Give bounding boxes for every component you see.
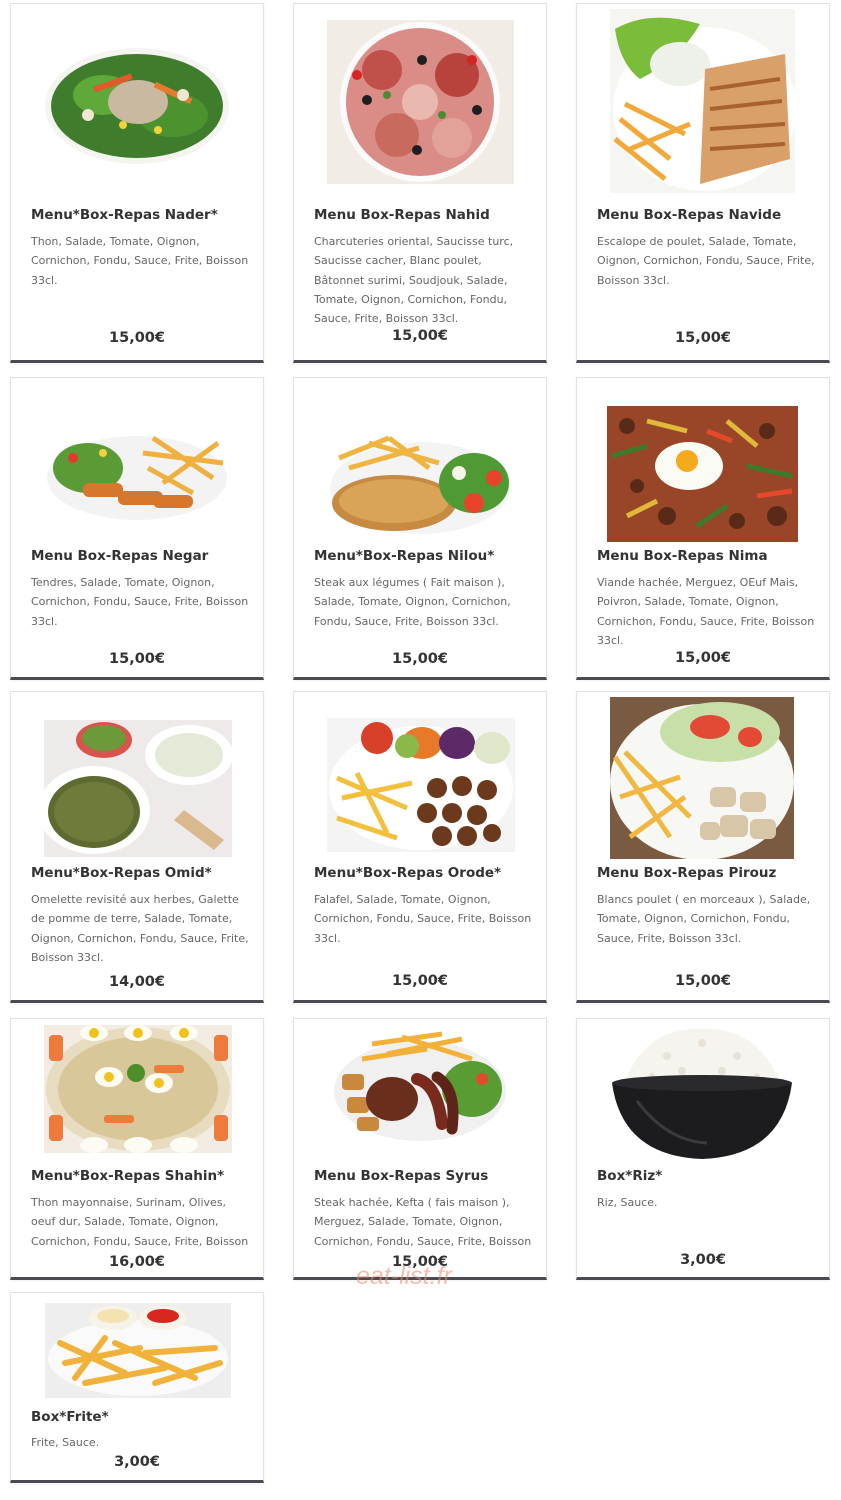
- chicken-pieces-photo: [610, 697, 794, 859]
- menu-card[interactable]: Menu Box-Repas Nima Viande hachée, Mergu…: [576, 377, 830, 680]
- menu-card[interactable]: Box*Riz* Riz, Sauce. 3,00€: [576, 1018, 830, 1280]
- item-title: Menu Box-Repas Navide: [597, 207, 782, 223]
- item-title: Menu Box-Repas Negar: [31, 548, 209, 564]
- menu-card[interactable]: Menu*Box-Repas Omid* Omelette revisité a…: [10, 691, 264, 1003]
- item-title: Menu Box-Repas Pirouz: [597, 865, 777, 881]
- item-price: 16,00€: [11, 1254, 263, 1270]
- item-title: Box*Riz*: [597, 1168, 663, 1184]
- breaded-steak-photo: [329, 428, 511, 536]
- item-title: Menu*Box-Repas Nader*: [31, 207, 218, 223]
- item-description: Charcuteries oriental, Saucisse turc, Sa…: [314, 235, 514, 326]
- menu-card[interactable]: Menu*Box-Repas Orode* Falafel, Salade, T…: [293, 691, 547, 1003]
- falafel-plate-photo: [327, 718, 515, 852]
- item-price: 14,00€: [109, 974, 165, 990]
- item-price: 15,00€: [675, 650, 731, 666]
- item-description: Steak aux légumes ( Fait maison ), Salad…: [314, 576, 511, 628]
- menu-card[interactable]: Menu Box-Repas Pirouz Blancs poulet ( en…: [576, 691, 830, 1003]
- egg-surimi-salad-photo: [44, 1025, 232, 1153]
- item-price: 15,00€: [109, 330, 165, 346]
- item-title: Menu*Box-Repas Orode*: [314, 865, 502, 881]
- item-price: 15,00€: [675, 973, 731, 989]
- menu-card[interactable]: Menu Box-Repas Navide Escalope de poulet…: [576, 3, 830, 363]
- item-price: 15,00€: [392, 973, 448, 989]
- chicken-tenders-photo: [43, 423, 231, 523]
- chicken-escalope-photo: [610, 9, 795, 193]
- item-price: 15,00€: [392, 328, 448, 344]
- menu-card[interactable]: Menu*Box-Repas Shahin* Thon mayonnaise, …: [10, 1018, 264, 1280]
- item-description: Riz, Sauce.: [597, 1196, 658, 1209]
- herb-omelette-photo: [44, 720, 232, 857]
- menu-card[interactable]: Menu*Box-Repas Nader* Thon, Salade, Toma…: [10, 3, 264, 363]
- item-description: Thon mayonnaise, Surinam, Olives, oeuf d…: [31, 1196, 249, 1248]
- item-title: Menu Box-Repas Nima: [597, 548, 768, 564]
- egg-pizza-photo: [607, 406, 798, 542]
- item-description: Thon, Salade, Tomate, Oignon, Cornichon,…: [31, 235, 249, 287]
- item-title: Menu Box-Repas Nahid: [314, 207, 490, 223]
- item-description: Viande hachée, Merguez, OEuf Mais, Poivr…: [597, 576, 815, 647]
- item-price: 3,00€: [680, 1252, 726, 1268]
- menu-card[interactable]: Menu Box-Repas Syrus Steak hachée, Kefta…: [293, 1018, 547, 1280]
- menu-card[interactable]: Menu Box-Repas Negar Tendres, Salade, To…: [10, 377, 264, 680]
- item-description: Escalope de poulet, Salade, Tomate, Oign…: [597, 235, 815, 287]
- item-description: Falafel, Salade, Tomate, Oignon, Cornich…: [314, 893, 532, 945]
- item-title: Box*Frite*: [31, 1409, 109, 1425]
- item-description: Tendres, Salade, Tomate, Oignon, Cornich…: [31, 576, 249, 628]
- item-title: Menu*Box-Repas Nilou*: [314, 548, 495, 564]
- item-title: Menu Box-Repas Syrus: [314, 1168, 489, 1184]
- charcuterie-platter-photo: [327, 20, 514, 184]
- item-description: Frite, Sauce.: [31, 1436, 100, 1449]
- menu-card[interactable]: Menu Box-Repas Nahid Charcuteries orient…: [293, 3, 547, 363]
- tuna-salad-photo: [43, 40, 231, 166]
- item-description: Steak hachée, Kefta ( fais maison ), Mer…: [314, 1196, 532, 1248]
- item-title: Menu*Box-Repas Shahin*: [31, 1168, 225, 1184]
- item-price: 15,00€: [109, 651, 165, 667]
- item-description: Omelette revisité aux herbes, Galette de…: [31, 893, 249, 964]
- item-price: 15,00€: [675, 330, 731, 346]
- menu-card[interactable]: Box*Frite* Frite, Sauce. 3,00€: [10, 1292, 264, 1483]
- item-title: Menu*Box-Repas Omid*: [31, 865, 212, 881]
- watermark: eat-list.fr: [356, 1262, 452, 1290]
- fries-plate-photo: [45, 1303, 231, 1398]
- rice-bowl-photo: [607, 1021, 797, 1161]
- item-price: 15,00€: [392, 651, 448, 667]
- item-description: Blancs poulet ( en morceaux ), Salade, T…: [597, 893, 811, 945]
- mixed-grill-photo: [332, 1029, 508, 1144]
- menu-card[interactable]: Menu*Box-Repas Nilou* Steak aux légumes …: [293, 377, 547, 680]
- item-price: 3,00€: [114, 1454, 160, 1470]
